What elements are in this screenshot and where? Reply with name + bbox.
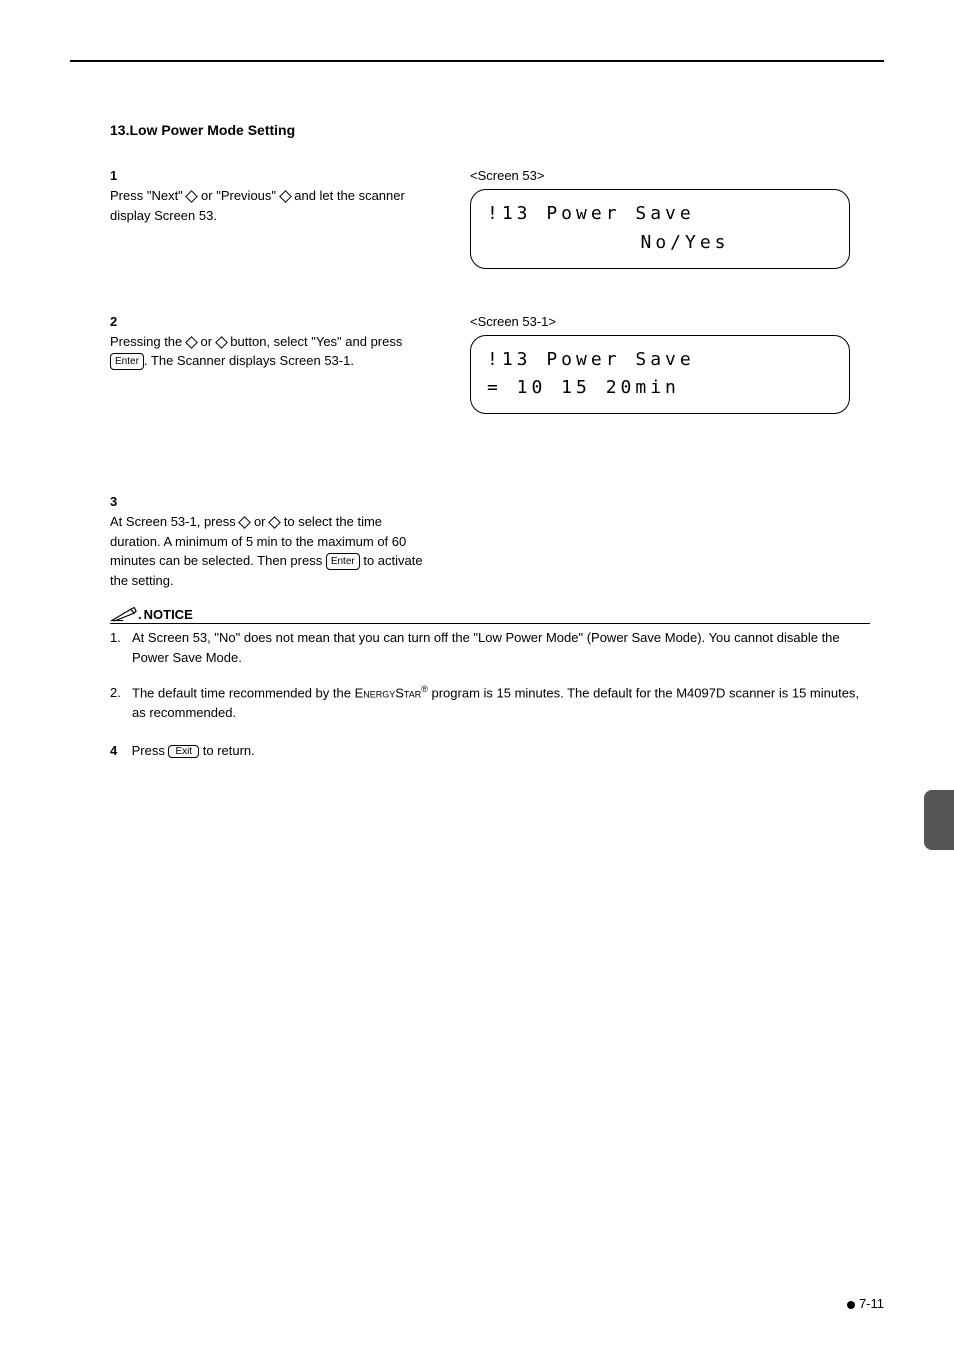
step3-before: At Screen 53-1, press	[110, 514, 239, 529]
step1-number: 1	[110, 168, 128, 183]
step3-text: At Screen 53-1, press or to select the t…	[110, 512, 430, 590]
step4-row: 4 Press Exit to return.	[110, 743, 884, 758]
registered-icon: ®	[421, 684, 428, 694]
section-title: 13.Low Power Mode Setting	[110, 122, 884, 138]
left-diamond-icon	[185, 336, 198, 349]
step4-text: Press Exit to return.	[132, 743, 255, 758]
energystar-text: EnergyStar	[355, 686, 422, 701]
step1-text: Press "Next" or "Previous" and let the s…	[110, 186, 430, 225]
step2-after2: . The Scanner displays Screen 53-1.	[144, 353, 354, 368]
step1-left: 1 Press "Next" or "Previous" and let the…	[110, 168, 470, 269]
step2-text: Pressing the or button, select "Yes" and…	[110, 332, 430, 371]
step2-after1: button, select "Yes" and press	[227, 334, 403, 349]
step3-right-empty	[470, 494, 850, 590]
screen531-line1: !13 Power Save	[487, 346, 833, 375]
step4-before: Press	[132, 743, 169, 758]
bullet-icon	[847, 1301, 855, 1309]
notice2-num: 2.	[110, 683, 132, 722]
step2-row: 2 Pressing the or button, select "Yes" a…	[110, 314, 884, 415]
screen53-line2: No/Yes	[487, 229, 833, 258]
screen531-lcd: !13 Power Save = 10 15 20min	[470, 335, 850, 415]
step2-number: 2	[110, 314, 128, 329]
step3-row: 3 At Screen 53-1, press or to select the…	[110, 494, 884, 590]
step1-mid: or "Previous"	[197, 188, 279, 203]
step3-number: 3	[110, 494, 128, 509]
screen531-col: <Screen 53-1> !13 Power Save = 10 15 20m…	[470, 314, 850, 415]
header-rule	[70, 60, 884, 62]
step4-after: to return.	[199, 743, 255, 758]
screen53-label: <Screen 53>	[470, 168, 850, 183]
notice2-text: The default time recommended by the Ener…	[132, 683, 870, 722]
notice-label: NOTICE	[144, 607, 193, 622]
screen53-lcd: !13 Power Save No/Yes	[470, 189, 850, 269]
enter-button-icon: Enter	[110, 353, 144, 370]
step1-row: 1 Press "Next" or "Previous" and let the…	[110, 168, 884, 269]
notice-item-2: 2. The default time recommended by the E…	[110, 683, 870, 722]
step1-before: Press "Next"	[110, 188, 186, 203]
step4-number: 4	[110, 743, 128, 758]
exit-button-icon: Exit	[168, 745, 199, 758]
notice-header: . NOTICE	[110, 605, 870, 624]
screen531-line2: = 10 15 20min	[487, 374, 833, 403]
step2-before: Pressing the	[110, 334, 186, 349]
step2-left: 2 Pressing the or button, select "Yes" a…	[110, 314, 470, 415]
step3-mid: or	[250, 514, 269, 529]
page-number: 7-11	[847, 1296, 884, 1311]
step2-mid: or	[197, 334, 216, 349]
step3-left: 3 At Screen 53-1, press or to select the…	[110, 494, 470, 590]
screen531-label: <Screen 53-1>	[470, 314, 850, 329]
notice-item-1: 1. At Screen 53, "No" does not mean that…	[110, 628, 870, 667]
page-num-text: 7-11	[859, 1296, 884, 1311]
right-diamond-icon	[215, 336, 228, 349]
notice-dot: .	[138, 607, 142, 622]
pencil-icon	[110, 605, 138, 623]
side-tab	[924, 790, 954, 850]
notice-body: 1. At Screen 53, "No" does not mean that…	[110, 628, 870, 722]
screen53-col: <Screen 53> !13 Power Save No/Yes	[470, 168, 850, 269]
notice1-text: At Screen 53, "No" does not mean that yo…	[132, 628, 870, 667]
previous-diamond-icon	[279, 190, 292, 203]
notice1-num: 1.	[110, 628, 132, 667]
screen53-line1: !13 Power Save	[487, 200, 833, 229]
enter-button-icon-2: Enter	[326, 553, 360, 570]
notice2-before: The default time recommended by the	[132, 686, 355, 701]
